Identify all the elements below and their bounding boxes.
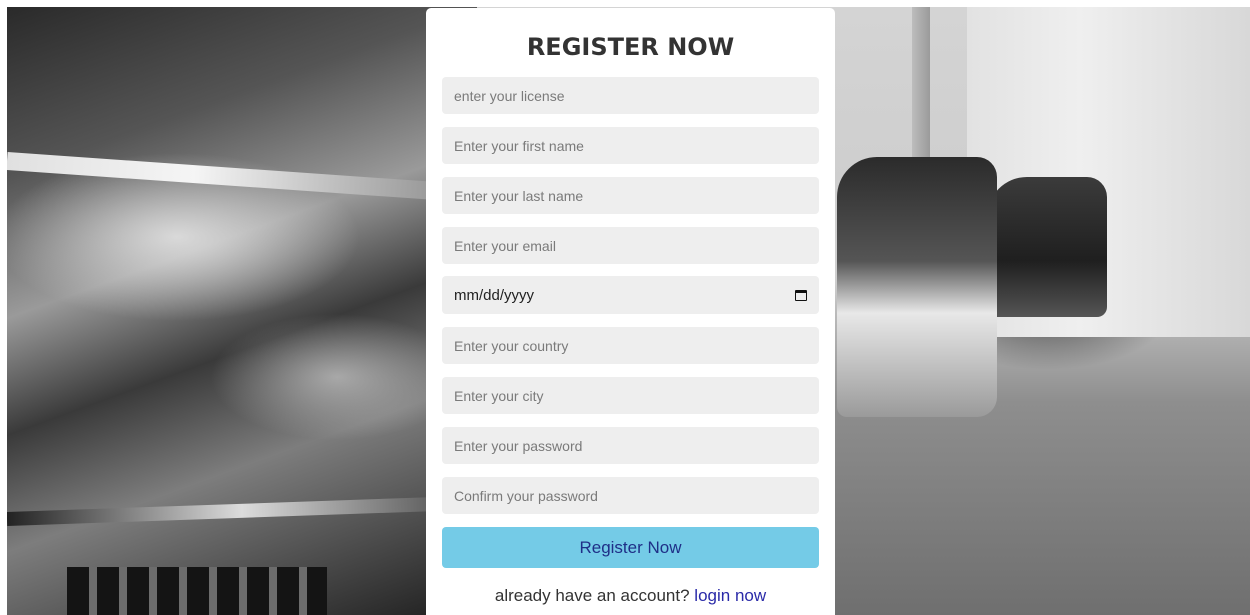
register-card: REGISTER NOW enter your license Enter yo… <box>426 8 835 615</box>
city-placeholder: Enter your city <box>454 387 544 404</box>
country-placeholder: Enter your country <box>454 337 569 354</box>
background-car-far <box>987 177 1107 317</box>
country-field[interactable]: Enter your country <box>442 327 819 364</box>
date-placeholder: mm/dd/yyyy <box>454 286 535 304</box>
login-prompt: already have an account? login now <box>426 586 835 606</box>
license-placeholder: enter your license <box>454 87 565 104</box>
email-placeholder: Enter your email <box>454 237 556 254</box>
confirm-password-field[interactable]: Confirm your password <box>442 477 819 514</box>
city-field[interactable]: Enter your city <box>442 377 819 414</box>
register-button[interactable]: Register Now <box>442 527 819 568</box>
login-prompt-text: already have an account? <box>494 586 690 605</box>
login-link[interactable]: login now <box>694 586 766 605</box>
confirm-password-placeholder: Confirm your password <box>454 487 598 504</box>
foreground-car-headlight <box>7 7 477 615</box>
first-name-placeholder: Enter your first name <box>454 137 584 154</box>
form-title: REGISTER NOW <box>526 33 735 61</box>
first-name-field[interactable]: Enter your first name <box>442 127 819 164</box>
email-field[interactable]: Enter your email <box>442 227 819 264</box>
license-field[interactable]: enter your license <box>442 77 819 114</box>
car-highlight-upper <box>7 152 477 203</box>
calendar-icon[interactable] <box>795 289 807 301</box>
car-grille <box>67 567 327 615</box>
date-of-birth-field[interactable]: mm/dd/yyyy <box>442 276 819 314</box>
last-name-placeholder: Enter your last name <box>454 187 584 204</box>
password-placeholder: Enter your password <box>454 437 583 454</box>
background-car-mid <box>837 157 997 417</box>
password-field[interactable]: Enter your password <box>442 427 819 464</box>
car-highlight-lower <box>7 495 477 526</box>
last-name-field[interactable]: Enter your last name <box>442 177 819 214</box>
